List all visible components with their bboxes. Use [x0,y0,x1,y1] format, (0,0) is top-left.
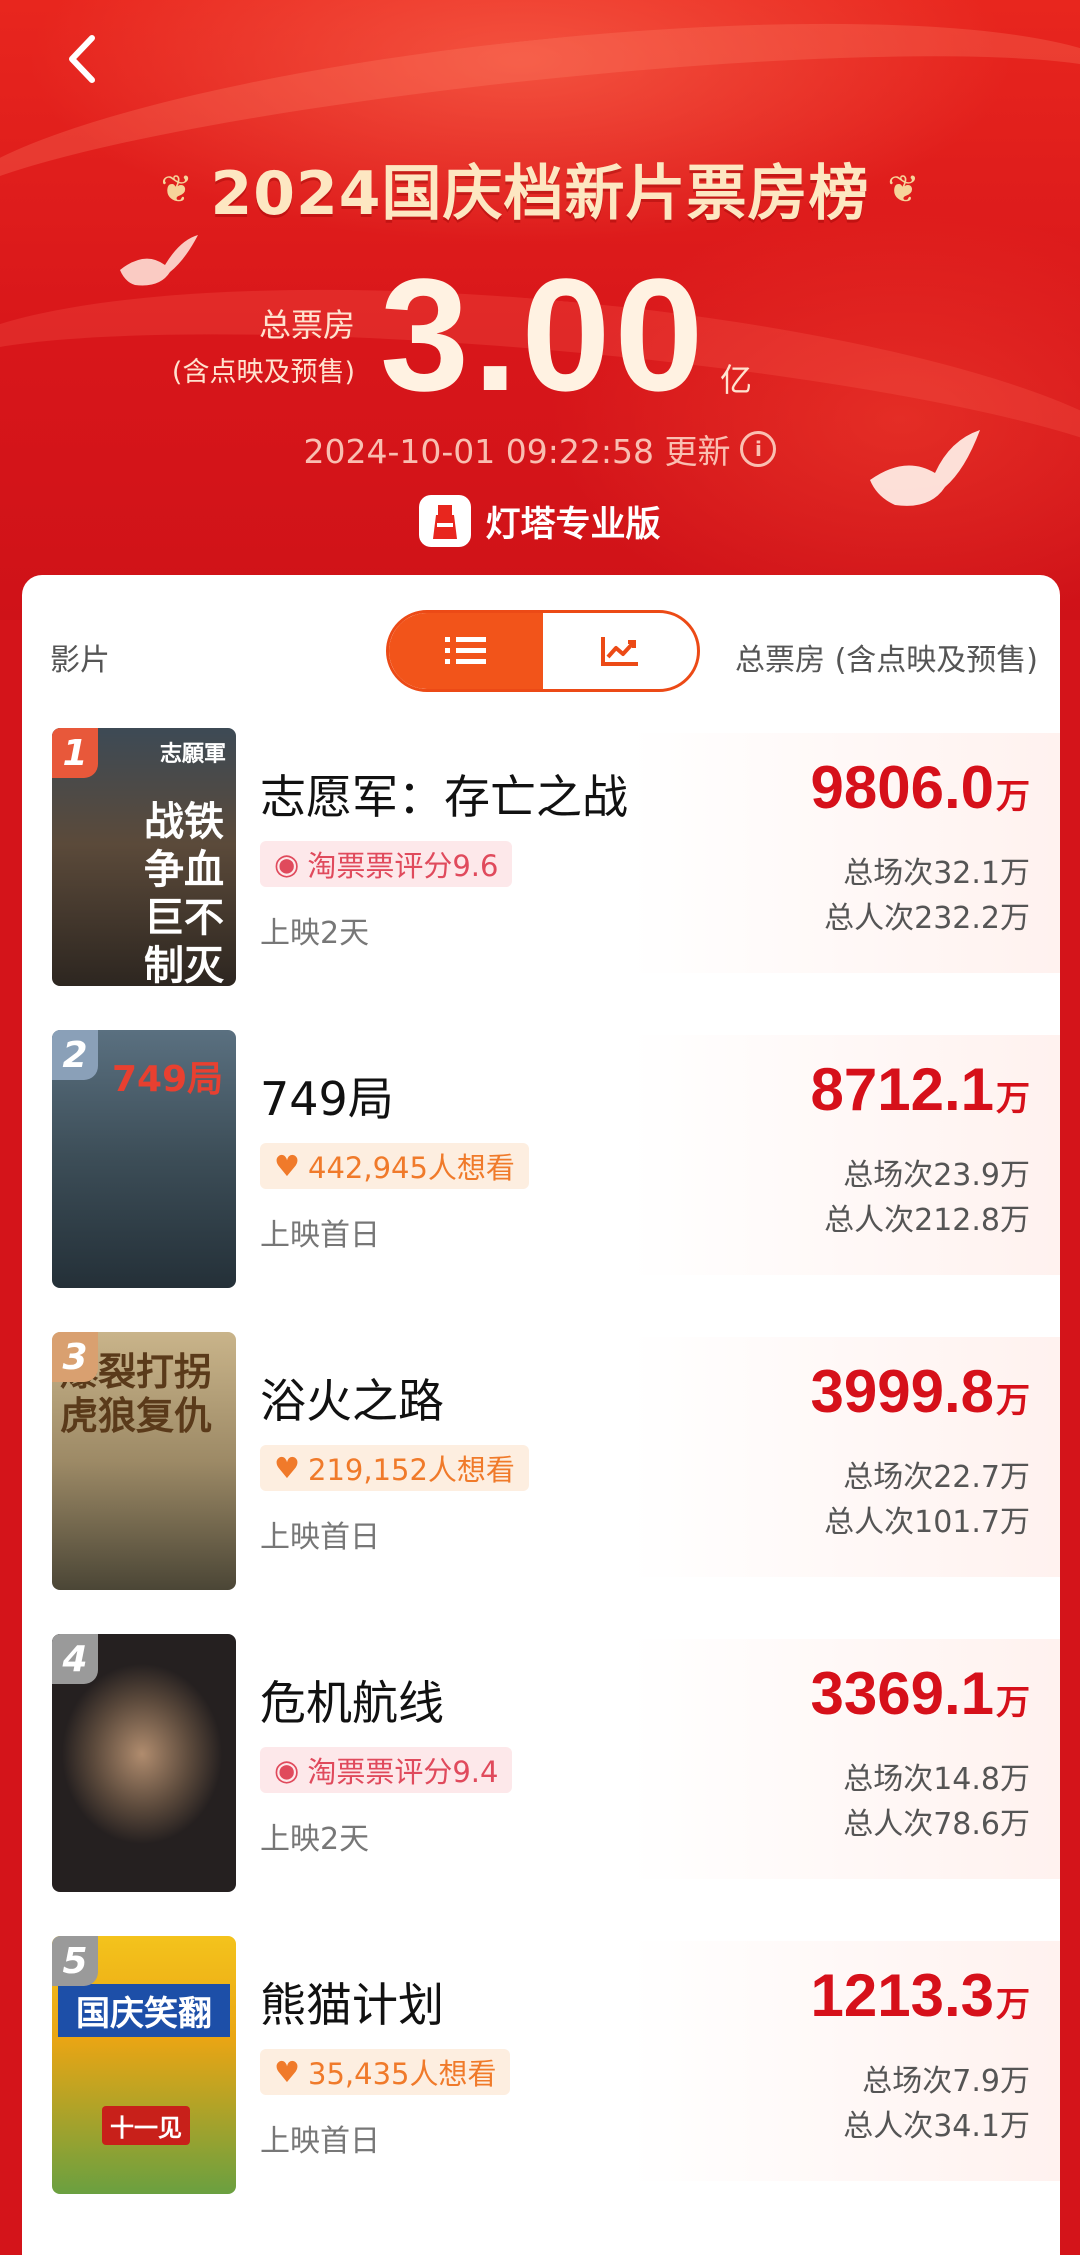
rank-badge: 3 [52,1332,98,1382]
dove-icon [120,235,198,286]
list-icon [445,637,486,664]
rating-badge: ◉ 淘票票评分9.4 [260,1747,513,1793]
title-row: ❦ 2024国庆档新片票房榜 ❦ [0,145,1080,232]
screenings-count: 总场次14.8万 [843,1762,1030,1797]
box-office: 3999.8万 [810,1357,1030,1426]
box-office-value: 3999.8 [810,1358,994,1425]
brand-row: 灯塔专业版 [0,495,1080,547]
want-to-see-text: 219,152人想看 [308,1453,515,1487]
rank-badge: 5 [52,1936,98,1986]
box-office: 9806.0万 [810,753,1030,822]
film-poster: 749局 2 [52,1030,236,1288]
laurel-left-icon: ❦ [160,166,193,211]
total-label-note: (含点映及预售) [171,357,355,388]
rating-badge: ◉ 淘票票评分9.6 [260,841,513,887]
glasses-icon: ◉ [274,847,300,881]
page-title: 2024国庆档新片票房榜 [210,159,870,229]
rating-text: 淘票票评分9.6 [307,849,499,883]
ranking-card: 影片 总票房 (含点映及预售) 志願軍 战铁争血巨不制灭 1 志愿军：存亡之战 … [22,575,1060,2255]
poster-tagline: 十一见 [102,2106,190,2145]
film-row[interactable]: 志願軍 战铁争血巨不制灭 1 志愿军：存亡之战 ◉ 淘票票评分9.6 上映2天 … [22,723,1060,986]
release-days: 上映首日 [260,1520,380,1555]
film-poster: 志願軍 战铁争血巨不制灭 1 [52,728,236,986]
film-row[interactable]: 爆裂打拐 虎狼复仇 3 浴火之路 ♥ 219,152人想看 上映首日 3999.… [22,1327,1060,1590]
film-title: 志愿军：存亡之战 [260,770,628,824]
box-office: 8712.1万 [810,1055,1030,1124]
screenings-count: 总场次7.9万 [862,2064,1030,2099]
screenings-count: 总场次22.7万 [843,1460,1030,1495]
film-poster: 爆裂打拐 虎狼复仇 3 [52,1332,236,1590]
lighthouse-logo-icon [419,495,472,547]
list-view-button[interactable] [389,613,543,689]
film-poster: 国庆笑翻 十一见 5 [52,1936,236,2194]
box-office-value: 8712.1 [810,1056,994,1123]
want-to-see-text: 35,435人想看 [308,2057,497,2091]
release-days: 上映2天 [260,916,370,951]
film-row[interactable]: 749局 2 749局 ♥ 442,945人想看 上映首日 8712.1万 总场… [22,1025,1060,1288]
admissions-count: 总人次78.6万 [843,1807,1030,1842]
release-days: 上映2天 [260,1822,370,1857]
rank-badge: 1 [52,728,98,778]
admissions-count: 总人次34.1万 [843,2109,1030,2144]
update-time: 2024-10-01 09:22:58 更新 [303,432,731,471]
rating-text: 淘票票评分9.4 [307,1755,499,1789]
heart-icon: ♥ [274,1149,300,1183]
rank-badge: 2 [52,1030,98,1080]
film-row[interactable]: 4 危机航线 ◉ 淘票票评分9.4 上映2天 3369.1万 总场次14.8万 … [22,1629,1060,1892]
screenings-count: 总场次32.1万 [843,856,1030,891]
rank-badge: 4 [52,1634,98,1684]
column-header-total: 总票房 (含点映及预售) [735,643,1038,678]
update-time-row: 2024-10-01 09:22:58 更新 i [0,425,1080,473]
box-office-unit: 万 [996,1079,1030,1119]
poster-title: 国庆笑翻 [58,1984,230,2037]
brand-name: 灯塔专业版 [485,504,661,545]
total-label: 总票房 (含点映及预售) [150,300,355,389]
release-days: 上映首日 [260,1218,380,1253]
film-poster: 4 [52,1634,236,1892]
release-days: 上映首日 [260,2124,380,2159]
total-box-office-value: 3.00 [380,245,708,424]
column-header-film: 影片 [50,643,110,678]
want-to-see-text: 442,945人想看 [308,1151,515,1185]
hero-banner: ❦ 2024国庆档新片票房榜 ❦ 总票房 (含点映及预售) 3.00 亿 202… [0,0,1080,624]
laurel-right-icon: ❦ [887,166,920,211]
heart-icon: ♥ [274,1451,300,1485]
box-office: 3369.1万 [810,1659,1030,1728]
box-office-unit: 万 [996,1985,1030,2025]
trend-view-button[interactable] [543,613,697,689]
poster-title-line2: 虎狼复仇 [60,1394,213,1438]
film-title: 熊猫计划 [260,1978,444,2032]
film-title: 浴火之路 [260,1374,444,1428]
view-toggle[interactable] [386,610,700,692]
want-to-see-badge: ♥ 219,152人想看 [260,1445,529,1491]
want-to-see-badge: ♥ 35,435人想看 [260,2049,511,2095]
total-label-main: 总票房 [258,306,355,344]
film-title: 危机航线 [260,1676,444,1730]
box-office: 1213.3万 [810,1961,1030,2030]
back-button[interactable] [58,35,104,83]
box-office-unit: 万 [996,1683,1030,1723]
ranking-header: 影片 总票房 (含点映及预售) [22,575,1060,725]
film-title: 749局 [260,1072,394,1126]
want-to-see-badge: ♥ 442,945人想看 [260,1143,529,1189]
film-row[interactable]: 国庆笑翻 十一见 5 熊猫计划 ♥ 35,435人想看 上映首日 1213.3万… [22,1931,1060,2194]
poster-tagline: 战铁争血巨不制灭 [144,799,224,986]
poster-title: 志願軍 [159,742,226,767]
info-icon[interactable]: i [740,431,777,467]
box-office-value: 9806.0 [810,754,994,821]
box-office-unit: 万 [996,1381,1030,1421]
poster-title: 749局 [112,1059,224,1100]
box-office-value: 3369.1 [810,1660,994,1727]
admissions-count: 总人次212.8万 [824,1203,1030,1238]
trend-chart-icon [601,637,638,666]
box-office-unit: 万 [996,777,1030,817]
screenings-count: 总场次23.9万 [843,1158,1030,1193]
heart-icon: ♥ [274,2055,300,2089]
chevron-left-icon [69,35,95,83]
admissions-count: 总人次232.2万 [824,901,1030,936]
glasses-icon: ◉ [274,1753,300,1787]
total-box-office-unit: 亿 [720,361,753,399]
admissions-count: 总人次101.7万 [824,1505,1030,1540]
box-office-value: 1213.3 [810,1962,994,2029]
